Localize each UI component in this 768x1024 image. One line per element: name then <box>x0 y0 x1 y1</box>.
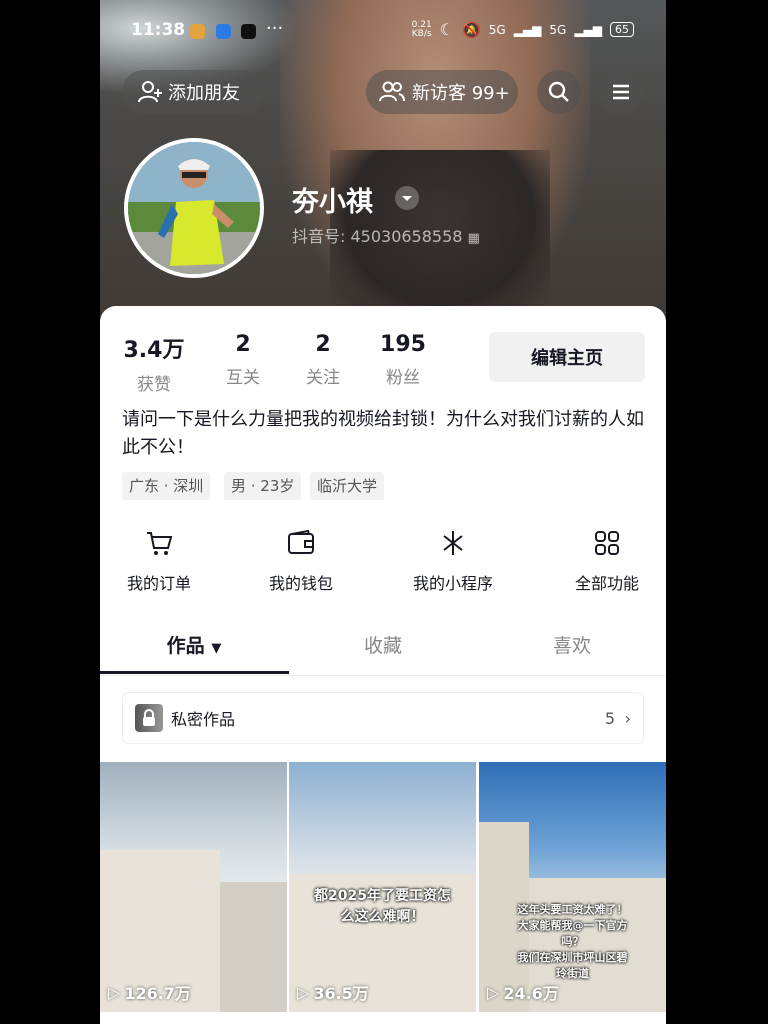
search-icon <box>548 81 569 102</box>
my-wallet-button[interactable]: 我的钱包 <box>246 528 356 594</box>
stat-followers-label: 粉丝 <box>386 368 420 388</box>
wallet-icon <box>288 529 314 554</box>
stat-likes[interactable]: 3.4万 获赞 <box>122 332 186 395</box>
stat-mutual[interactable]: 2 互关 <box>218 332 268 388</box>
stat-likes-value: 3.4万 <box>123 338 185 363</box>
tab-likes-label: 喜欢 <box>552 635 591 657</box>
profile-bio: 请问一下是什么力量把我的视频给封锁！为什么对我们讨薪的人如此不公！ <box>122 409 644 458</box>
private-works-count: 5 <box>604 708 615 728</box>
tab-works-label: 作品 <box>166 635 205 657</box>
more-notifications-icon: ··· <box>266 18 284 39</box>
mini-programs-label: 我的小程序 <box>412 574 493 593</box>
caret-down-icon <box>402 196 412 201</box>
play-icon: ▷ <box>297 982 310 1002</box>
video-views-count: 126.7万 <box>124 984 191 1003</box>
video-building <box>220 882 287 1012</box>
add-friend-label: 添加朋友 <box>168 83 240 104</box>
all-functions-label: 全部功能 <box>574 574 639 593</box>
my-wallet-label: 我的钱包 <box>268 574 333 593</box>
tab-likes[interactable]: 喜欢 <box>478 631 666 658</box>
profile-name: 夯小祺 <box>292 187 373 218</box>
avatar[interactable] <box>124 138 264 278</box>
video-views: ▷ 36.5万 <box>297 980 369 1004</box>
grid-icon <box>595 531 619 555</box>
new-visitors-button[interactable]: 新访客 99+ <box>366 70 518 114</box>
avatar-image <box>128 142 260 274</box>
phone-screen: 11:38 ··· 0.21 KB/s ☾ 🔕 5G ▂▄▆ 5G ▂▄▆ 65… <box>100 0 666 1024</box>
account-switch-button[interactable] <box>395 186 419 210</box>
play-icon: ▷ <box>487 982 500 1002</box>
private-works-thumbnail <box>135 704 163 732</box>
stat-following-label: 关注 <box>306 368 340 388</box>
hamburger-menu-icon <box>613 84 629 100</box>
video-thumbnail[interactable]: ▷ 126.7万 <box>100 762 287 1012</box>
mute-icon: 🔕 <box>462 20 481 39</box>
all-functions-button[interactable]: 全部功能 <box>552 528 662 594</box>
lock-icon <box>143 709 155 726</box>
chevron-right-icon: › <box>624 708 631 728</box>
edit-profile-button[interactable]: 编辑主页 <box>489 332 645 382</box>
my-orders-label: 我的订单 <box>126 574 191 593</box>
video-grid: ▷ 126.7万 都2025年了要工资怎 么这么难啊！ ▷ 36.5万 这年头要… <box>100 762 666 1012</box>
stat-followers-value: 195 <box>380 332 426 357</box>
moon-icon: ☾ <box>439 20 455 39</box>
content-tabs: 作品 ▼ 收藏 喜欢 <box>100 631 666 676</box>
tag-location[interactable]: 广东 · 深圳 <box>122 472 211 500</box>
stat-likes-label: 获赞 <box>137 375 171 395</box>
notification-icon <box>216 24 231 39</box>
my-orders-button[interactable]: 我的订单 <box>104 528 214 594</box>
stat-mutual-label: 互关 <box>226 368 260 388</box>
video-thumbnail[interactable]: 都2025年了要工资怎 么这么难啊！ ▷ 36.5万 <box>289 762 476 1012</box>
signal-bars-icon: ▂▄▆ <box>574 22 602 37</box>
signal-5g: 5G <box>549 22 567 37</box>
battery-indicator: 65 <box>610 22 634 37</box>
tab-favorites-label: 收藏 <box>363 635 402 657</box>
add-friend-button[interactable]: 添加朋友 <box>122 70 264 114</box>
douyin-id[interactable]: 抖音号: 45030658558 ▦ <box>292 223 480 247</box>
profile-card: 3.4万 获赞 2 互关 2 关注 195 粉丝 编辑主页 请问一下是什么力量把… <box>100 306 666 1024</box>
mini-program-icon <box>443 531 463 555</box>
add-user-icon <box>138 81 162 103</box>
douyin-id-text: 抖音号: 45030658558 <box>292 227 463 246</box>
status-bar: 11:38 ··· 0.21 KB/s ☾ 🔕 5G ▂▄▆ 5G ▂▄▆ 65 <box>100 14 666 50</box>
active-tab-indicator <box>100 671 289 674</box>
net-speed: 0.21 KB/s <box>411 19 432 39</box>
play-icon: ▷ <box>108 982 121 1002</box>
video-views-count: 36.5万 <box>313 984 369 1003</box>
stat-following[interactable]: 2 关注 <box>298 332 348 388</box>
stat-mutual-value: 2 <box>235 332 251 357</box>
tag-gender-age[interactable]: 男 · 23岁 <box>224 472 302 500</box>
video-overlay-text: 都2025年了要工资怎 么这么难啊！ <box>314 888 451 925</box>
video-overlay-text: 这年头要工资太难了！ 大家能帮我@一下官方 吗？ 我们在深圳市坪山区碧 玲街道 <box>517 903 628 980</box>
mini-programs-button[interactable]: 我的小程序 <box>398 528 508 594</box>
menu-button[interactable] <box>599 70 643 114</box>
signal-5g: 5G <box>488 22 506 37</box>
new-visitors-label: 新访客 99+ <box>412 83 510 104</box>
notification-icon <box>190 24 205 39</box>
cart-icon <box>147 532 173 555</box>
tab-favorites[interactable]: 收藏 <box>289 631 477 658</box>
video-thumbnail[interactable]: 这年头要工资太难了！ 大家能帮我@一下官方 吗？ 我们在深圳市坪山区碧 玲街道 … <box>479 762 666 1012</box>
tiktok-icon <box>241 24 256 39</box>
qr-code-icon: ▦ <box>467 231 480 246</box>
private-works-row[interactable]: 私密作品 5 › <box>122 692 644 744</box>
video-views-count: 24.6万 <box>503 984 559 1003</box>
tag-school[interactable]: 临沂大学 <box>310 472 385 500</box>
private-works-label: 私密作品 <box>171 710 236 729</box>
tab-works[interactable]: 作品 ▼ <box>100 631 288 658</box>
search-button[interactable] <box>537 70 581 114</box>
visitors-icon <box>379 81 405 102</box>
caret-down-icon: ▼ <box>211 641 222 656</box>
stat-following-value: 2 <box>315 332 331 357</box>
stat-followers[interactable]: 195 粉丝 <box>378 332 428 388</box>
video-views: ▷ 126.7万 <box>108 980 191 1004</box>
status-time: 11:38 <box>131 20 186 40</box>
signal-bars-icon: ▂▄▆ <box>513 22 542 37</box>
video-views: ▷ 24.6万 <box>487 980 559 1004</box>
